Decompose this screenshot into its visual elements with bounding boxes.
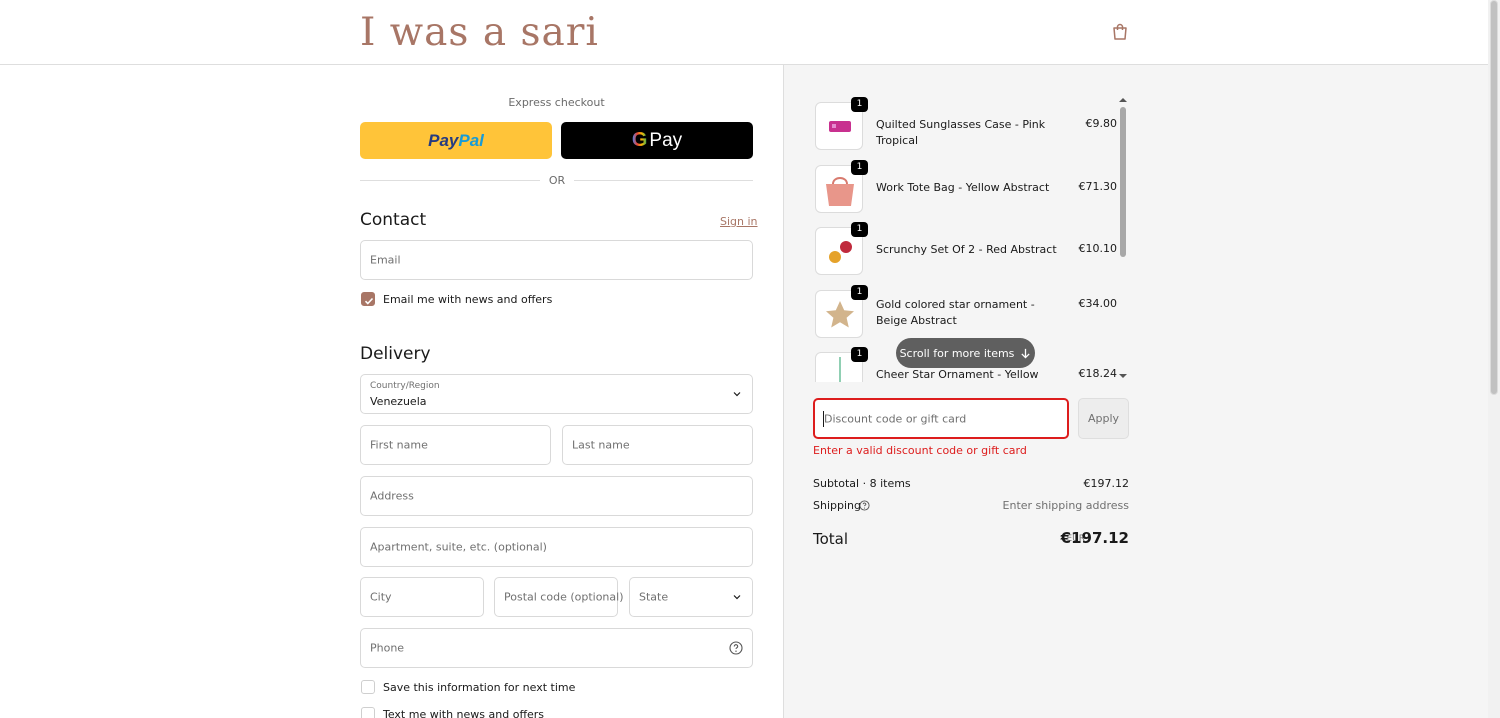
- country-value: Venezuela: [370, 395, 427, 408]
- list-item: 1 Work Tote Bag - Yellow Abstract €71.30: [813, 160, 1118, 213]
- paypal-logo-pay: Pay: [428, 130, 459, 150]
- item-name: Scrunchy Set Of 2 - Red Abstract: [876, 243, 1057, 256]
- subtotal-label: Subtotal · 8 items: [813, 477, 911, 490]
- apartment-placeholder: Apartment, suite, etc. (optional): [370, 540, 547, 554]
- shipping-help-icon[interactable]: [859, 500, 870, 511]
- contact-title: Contact: [360, 210, 427, 230]
- email-placeholder: Email: [370, 253, 401, 267]
- state-placeholder: State: [639, 590, 669, 604]
- discount-code-input[interactable]: Discount code or gift card: [813, 398, 1069, 439]
- scrollbar-thumb[interactable]: [1490, 0, 1498, 395]
- gpay-label: Pay: [649, 129, 683, 151]
- scroll-more-label: Scroll for more items: [899, 346, 1015, 360]
- subtotal-row: Subtotal · 8 items €197.12: [813, 477, 1129, 490]
- phone-placeholder: Phone: [370, 641, 405, 655]
- text-me-checkbox[interactable]: [361, 707, 375, 718]
- item-name: Cheer Star Ornament - Yellow Abstract: [876, 368, 1039, 381]
- checkmark-icon: [364, 297, 374, 305]
- item-price: €34.00: [1078, 297, 1118, 310]
- item-name: Gold colored star ornament - Beige Abstr…: [876, 298, 1035, 327]
- last-name-field[interactable]: Last name: [562, 425, 753, 465]
- quantity-badge: 1: [851, 285, 868, 300]
- item-price: €9.80: [1085, 117, 1118, 130]
- discount-error-message: Enter a valid discount code or gift card: [813, 444, 1027, 457]
- google-pay-button[interactable]: G Pay: [561, 122, 753, 159]
- save-info-label: Save this information for next time: [383, 681, 576, 694]
- quantity-badge: 1: [851, 347, 868, 362]
- quantity-badge: 1: [851, 160, 868, 175]
- site-header: I was a sari: [0, 0, 1488, 65]
- city-placeholder: City: [370, 590, 392, 604]
- store-logo[interactable]: I was a sari: [360, 9, 599, 57]
- paypal-button[interactable]: Pay Pal: [360, 122, 552, 159]
- checkout-page: I was a sari Express checkout Pay Pal G Pa…: [0, 0, 1500, 718]
- first-name-placeholder: First name: [370, 438, 428, 452]
- save-info-checkbox[interactable]: [361, 680, 375, 694]
- apply-discount-button[interactable]: Apply: [1078, 398, 1129, 439]
- list-item: 1 Gold colored star ornament - Beige Abs…: [813, 285, 1118, 338]
- delivery-title: Delivery: [360, 344, 431, 364]
- city-field[interactable]: City: [360, 577, 484, 617]
- apartment-field[interactable]: Apartment, suite, etc. (optional): [360, 527, 753, 567]
- item-list-scrollbar[interactable]: [1117, 95, 1129, 382]
- country-select[interactable]: Country/Region Venezuela: [360, 374, 753, 414]
- last-name-placeholder: Last name: [572, 438, 630, 452]
- arrow-down-icon: [1021, 348, 1031, 359]
- sign-in-link[interactable]: Sign in: [720, 215, 758, 228]
- item-name: Quilted Sunglasses Case - Pink Tropical: [876, 118, 1046, 147]
- item-list-scroll-thumb[interactable]: [1120, 107, 1126, 257]
- help-icon[interactable]: [729, 641, 743, 655]
- newsletter-label: Email me with news and offers: [383, 293, 553, 306]
- list-item: 1 Scrunchy Set Of 2 - Red Abstract €10.1…: [813, 222, 1118, 275]
- total-label: Total: [813, 530, 849, 548]
- newsletter-checkbox[interactable]: [361, 292, 375, 306]
- google-g-icon: G: [631, 129, 648, 151]
- quantity-badge: 1: [851, 97, 868, 112]
- item-price: €18.24: [1078, 367, 1118, 380]
- shipping-value: Enter shipping address: [1002, 499, 1129, 512]
- shipping-label: Shipping: [813, 499, 861, 512]
- discount-placeholder: Discount code or gift card: [824, 412, 967, 425]
- chevron-down-icon: [733, 595, 741, 600]
- total-row: Total EUR €197.12: [813, 529, 1129, 548]
- address-field[interactable]: Address: [360, 476, 753, 516]
- country-label: Country/Region: [370, 381, 440, 391]
- address-placeholder: Address: [370, 489, 414, 503]
- text-me-label: Text me with news and offers: [383, 708, 545, 718]
- shopping-bag-icon[interactable]: [1110, 22, 1130, 42]
- scroll-up-arrow-icon[interactable]: [1117, 96, 1129, 104]
- phone-field[interactable]: Phone: [360, 628, 753, 668]
- state-select[interactable]: State: [629, 577, 753, 617]
- shipping-row: Shipping Enter shipping address: [813, 499, 1129, 512]
- chevron-down-icon: [733, 392, 741, 397]
- item-price: €71.30: [1078, 180, 1118, 193]
- paypal-logo-pal: Pal: [458, 130, 484, 150]
- list-item: 1 Quilted Sunglasses Case - Pink Tropica…: [813, 97, 1118, 150]
- item-name: Work Tote Bag - Yellow Abstract: [876, 181, 1050, 194]
- postal-code-field[interactable]: Postal code (optional): [494, 577, 624, 617]
- postal-code-placeholder: Postal code (optional): [504, 590, 624, 604]
- scroll-down-arrow-icon[interactable]: [1117, 372, 1129, 380]
- quantity-badge: 1: [851, 222, 868, 237]
- total-value: €197.12: [1060, 529, 1129, 547]
- or-text: OR: [540, 174, 574, 187]
- scroll-more-button[interactable]: Scroll for more items: [896, 338, 1035, 368]
- subtotal-value: €197.12: [1083, 477, 1130, 490]
- first-name-field[interactable]: First name: [360, 425, 551, 465]
- item-price: €10.10: [1078, 242, 1118, 255]
- page-scrollbar[interactable]: [1488, 0, 1500, 718]
- express-checkout-label: Express checkout: [508, 96, 605, 109]
- email-field[interactable]: Email: [360, 240, 753, 280]
